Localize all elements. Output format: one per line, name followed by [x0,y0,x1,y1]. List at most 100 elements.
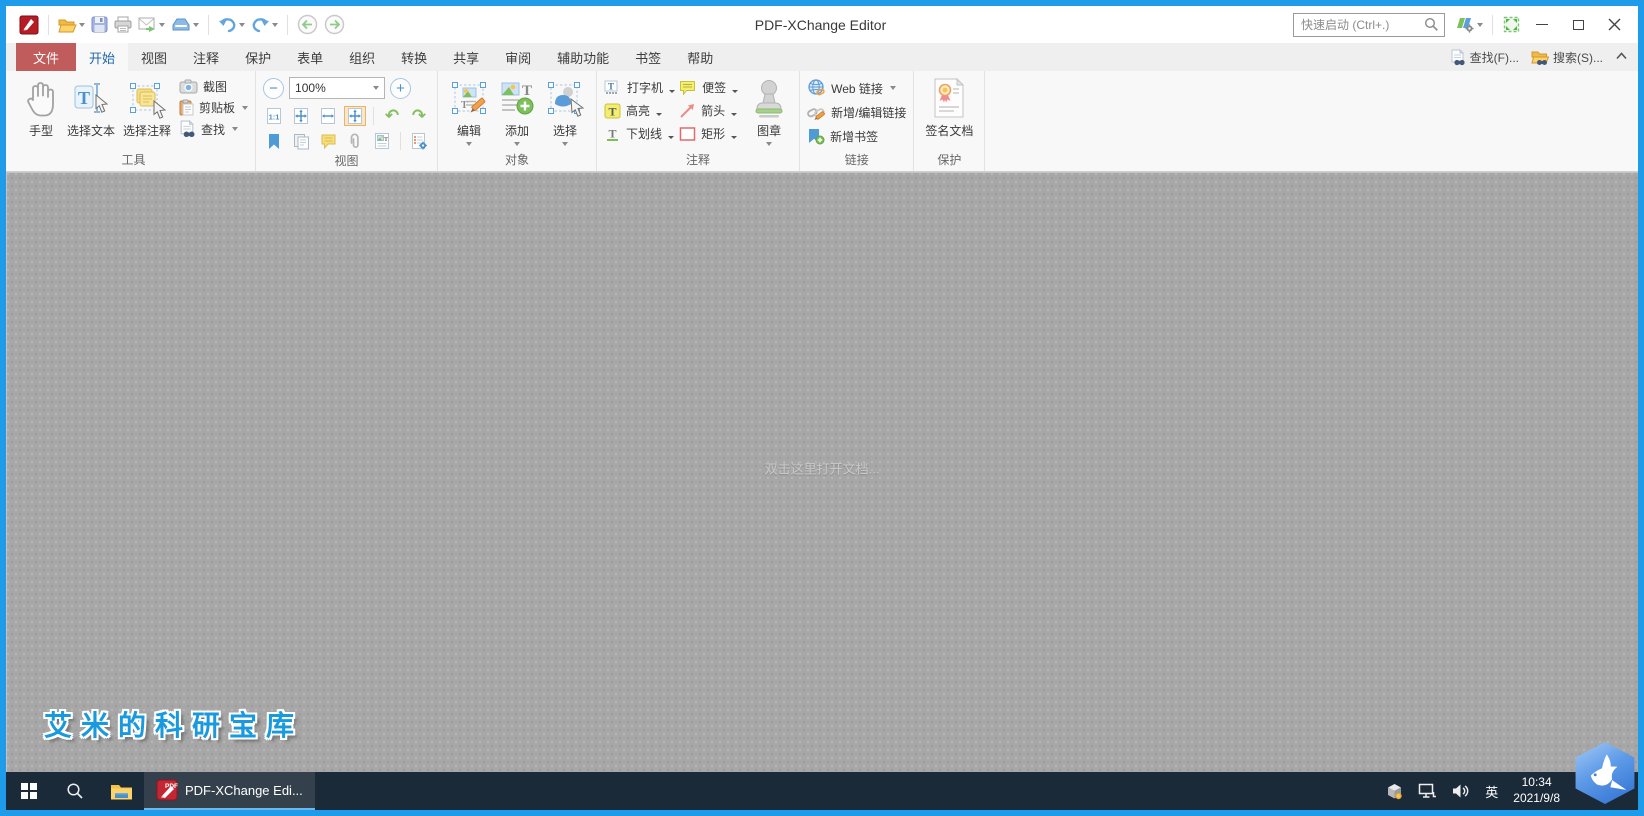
rotate-ccw-button[interactable]: ↶ [381,106,403,126]
open-file-button[interactable] [55,15,88,35]
select-text-icon: T [72,77,110,119]
open-document-hint: 双击这里打开文档... [764,461,880,477]
add-object-button[interactable]: T 添加 [493,74,541,146]
scan-button[interactable] [168,15,202,34]
tab-organize[interactable]: 组织 [336,43,388,71]
tab-accessibility[interactable]: 辅助功能 [544,43,622,71]
properties-pane-button[interactable] [408,131,430,151]
hand-tool-button[interactable]: 手型 [19,74,63,139]
find-button[interactable]: 查找(F)... [1450,48,1519,66]
network-tray-icon[interactable] [1418,783,1437,799]
tab-bookmarks[interactable]: 书签 [622,43,674,71]
attachments-pane-button[interactable] [344,131,366,151]
undo-button[interactable] [215,14,248,35]
search-button[interactable]: 搜索(S)... [1531,49,1603,66]
vm-tray-icon[interactable] [1386,783,1403,800]
customize-ui-button[interactable] [1453,14,1486,35]
add-bookmark-button[interactable]: 新增书签 [807,128,906,145]
snapshot-button[interactable]: 截图 [179,78,248,95]
chevron-down-icon [159,22,165,27]
volume-tray-icon[interactable] [1452,783,1470,799]
maximize-icon [1572,19,1584,30]
tab-file[interactable]: 文件 [16,43,77,71]
highlight-label: 高亮 [626,104,651,118]
tab-help[interactable]: 帮助 [674,43,726,71]
bookmarks-pane-button[interactable] [263,131,285,151]
sign-document-button[interactable]: 签名文档 [921,74,977,139]
taskbar: PDF PDF-XChange Edi... 英 10:34 2021/9/8 [6,772,1638,810]
zoom-in-button[interactable]: + [390,77,412,99]
underline-button[interactable]: T 下划线 [604,125,675,142]
arrow-button[interactable]: 箭头 [679,102,738,119]
minimize-button[interactable] [1524,11,1560,39]
edit-object-button[interactable]: T 编辑 [445,74,493,146]
fit-width-button[interactable] [317,106,339,126]
comments-pane-button[interactable] [317,131,339,151]
select-text-button[interactable]: T 选择文本 [63,74,119,139]
maximize-button[interactable] [1560,11,1596,39]
chevron-down-icon [239,22,245,27]
ribbon: 手型 T 选择文本 选择注释 截图 剪贴板 查找 工具 − 100% + 1:1… [6,71,1638,172]
rectangle-button[interactable]: 矩形 [679,125,738,142]
taskbar-task-pdfxchange[interactable]: PDF PDF-XChange Edi... [144,772,315,810]
go-forward-button[interactable] [321,12,348,37]
tab-comment[interactable]: 注释 [180,43,232,71]
redo-button[interactable] [248,14,281,35]
tab-review[interactable]: 审阅 [492,43,544,71]
zoom-level-value: 100% [295,81,326,95]
file-explorer-button[interactable] [98,772,144,810]
tab-convert[interactable]: 转换 [388,43,440,71]
actual-size-button[interactable]: 1:1 [263,106,285,126]
taskbar-clock[interactable]: 10:34 2021/9/8 [1513,775,1560,806]
fit-visible-icon [348,108,363,124]
tab-form[interactable]: 表单 [284,43,336,71]
document-canvas[interactable]: 双击这里打开文档... 艾米的科研宝库 [6,172,1638,772]
taskbar-search-button[interactable] [52,772,98,810]
content-doc-icon: T [375,133,390,149]
typewriter-button[interactable]: T 打字机 [604,79,676,96]
bookmark-plus-icon [809,129,825,145]
web-link-button[interactable]: Web 链接 [807,79,906,97]
save-button[interactable] [88,14,111,35]
add-edit-link-button[interactable]: 新增/编辑链接 [807,104,906,121]
select-object-label: 选择 [553,124,578,138]
rotate-cw-icon: ↷ [411,105,427,126]
zoom-out-button[interactable]: − [263,77,285,99]
tab-protect[interactable]: 保护 [232,43,284,71]
go-back-button[interactable] [294,12,321,37]
stamp-button[interactable]: 图章 [746,74,792,146]
tab-home[interactable]: 开始 [76,43,129,71]
title-bar: PDF-XChange Editor 快速启动 (Ctrl+.) [6,6,1638,43]
tab-share[interactable]: 共享 [440,43,492,71]
fit-page-button[interactable] [290,106,312,126]
ribbon-group-view: − 100% + 1:1 ↶ ↷ T 视图 [256,71,439,171]
find-tool-button[interactable]: 查找 [179,120,248,138]
input-method-indicator[interactable]: 英 [1485,782,1498,801]
search-icon [1424,17,1438,31]
ribbon-group-links: Web 链接 新增/编辑链接 新增书签 链接 [800,71,915,171]
select-comments-button[interactable]: 选择注释 [119,74,175,139]
app-logo-icon[interactable] [16,13,42,37]
clipboard-icon [179,99,194,116]
clipboard-button[interactable]: 剪贴板 [179,99,249,116]
thumbnails-pane-button[interactable] [290,131,312,151]
tab-view[interactable]: 视图 [128,43,180,71]
highlight-button[interactable]: T 高亮 [604,102,675,119]
close-button[interactable] [1596,11,1632,39]
email-button[interactable] [135,15,168,34]
start-button[interactable] [6,772,52,810]
zoom-level-select[interactable]: 100% [289,77,386,99]
collapse-ribbon-button[interactable] [1615,48,1628,66]
sticky-note-button[interactable]: 便签 [679,79,739,96]
select-object-button[interactable]: 选择 [541,74,589,146]
content-pane-button[interactable]: T [371,131,393,151]
actual-size-icon: 1:1 [267,108,282,124]
fullscreen-button[interactable] [1499,13,1524,36]
fit-visible-button[interactable] [344,106,367,126]
chevron-down-icon [656,113,663,116]
rotate-cw-button[interactable]: ↷ [408,106,430,126]
quick-launch-input[interactable]: 快速启动 (Ctrl+.) [1293,12,1445,37]
print-button[interactable] [111,14,135,35]
sign-document-icon [932,77,966,119]
chevron-down-icon [272,22,278,27]
